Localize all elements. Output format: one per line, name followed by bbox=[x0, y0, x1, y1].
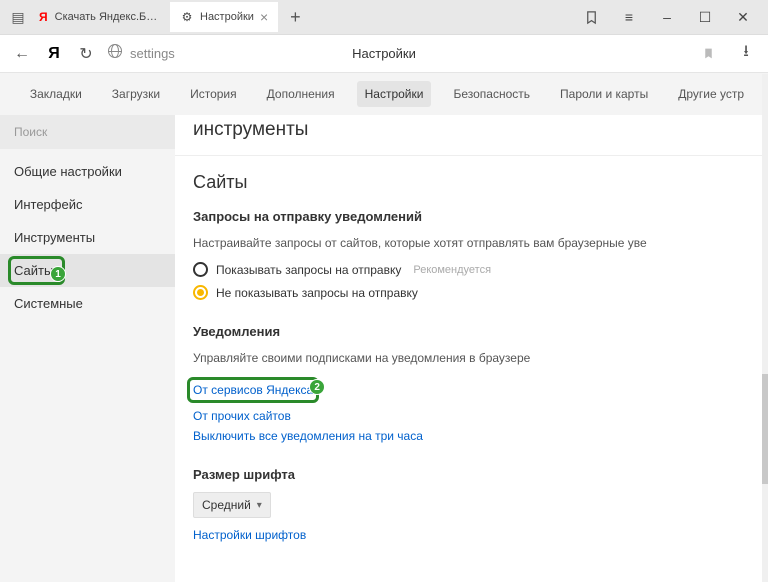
notif-requests-desc: Настраивайте запросы от сайтов, которые … bbox=[193, 234, 762, 252]
gear-icon: ⚙ bbox=[180, 10, 194, 24]
sidebar-item-general[interactable]: Общие настройки bbox=[0, 155, 175, 188]
sidebar-item-interface[interactable]: Интерфейс bbox=[0, 188, 175, 221]
notif-requests-title: Запросы на отправку уведомлений bbox=[193, 209, 762, 224]
yandex-favicon: Я bbox=[38, 10, 49, 24]
minimize-button[interactable]: – bbox=[657, 7, 677, 27]
link-other-sites[interactable]: От прочих сайтов bbox=[193, 409, 762, 423]
prev-section-heading: инструменты bbox=[193, 119, 744, 141]
sidebar-search[interactable]: Поиск bbox=[0, 115, 175, 149]
topnav-addons[interactable]: Дополнения bbox=[259, 81, 343, 107]
main-area: Поиск Общие настройки Интерфейс Инструме… bbox=[0, 115, 768, 582]
maximize-button[interactable]: ☐ bbox=[695, 7, 715, 27]
settings-sidebar: Поиск Общие настройки Интерфейс Инструме… bbox=[0, 115, 175, 582]
scrollbar-thumb[interactable] bbox=[762, 374, 768, 484]
settings-panel: инструменты Сайты Запросы на отправку ув… bbox=[175, 115, 762, 582]
chevron-down-icon: ▾ bbox=[257, 500, 262, 511]
bookmark-icon[interactable] bbox=[581, 7, 601, 27]
content-area: Закладки Загрузки История Дополнения Нас… bbox=[0, 73, 768, 582]
yandex-home-button[interactable]: Я bbox=[44, 44, 64, 64]
url-text: settings bbox=[130, 46, 175, 61]
font-size-title: Размер шрифта bbox=[193, 467, 762, 482]
select-value: Средний bbox=[202, 498, 251, 512]
tab-settings[interactable]: ⚙ Настройки × bbox=[170, 2, 278, 32]
tab-label: Скачать Яндекс.Браузер д bbox=[55, 11, 158, 23]
notifications-desc: Управляйте своими подписками на уведомле… bbox=[193, 349, 762, 367]
page-title: Настройки bbox=[352, 46, 416, 61]
annotation-badge-1: 1 bbox=[50, 266, 66, 282]
vertical-scrollbar[interactable] bbox=[762, 74, 768, 582]
addressbar: ← Я ↻ settings Настройки ⭳ bbox=[0, 35, 768, 73]
sites-heading: Сайты bbox=[193, 172, 762, 193]
tab-label: Настройки bbox=[200, 11, 254, 23]
radio-label: Не показывать запросы на отправку bbox=[216, 286, 418, 300]
top-nav: Закладки Загрузки История Дополнения Нас… bbox=[0, 73, 768, 115]
titlebar: ▤ Я Скачать Яндекс.Браузер д ⚙ Настройки… bbox=[0, 0, 768, 35]
bookmark-page-icon[interactable] bbox=[698, 44, 718, 64]
radio-checked-icon bbox=[193, 285, 208, 300]
recommended-tag: Рекомендуется bbox=[413, 264, 491, 276]
downloads-icon[interactable]: ⭳ bbox=[736, 44, 756, 64]
topnav-passwords[interactable]: Пароли и карты bbox=[552, 81, 656, 107]
link-yandex-services[interactable]: От сервисов Яндекса bbox=[193, 383, 313, 397]
url-field[interactable]: settings bbox=[108, 44, 175, 63]
tab-yandex-download[interactable]: Я Скачать Яндекс.Браузер д bbox=[28, 2, 168, 32]
sidebar-item-sites[interactable]: Сайты 1 bbox=[0, 254, 175, 287]
close-window-button[interactable]: ✕ bbox=[733, 7, 753, 27]
radio-unchecked-icon bbox=[193, 262, 208, 277]
radio-hide-requests[interactable]: Не показывать запросы на отправку bbox=[193, 285, 762, 300]
topnav-bookmarks[interactable]: Закладки bbox=[22, 81, 90, 107]
close-tab-icon[interactable]: × bbox=[260, 9, 268, 25]
panels-icon[interactable]: ▤ bbox=[10, 9, 26, 25]
globe-icon bbox=[108, 44, 122, 63]
browser-window: ▤ Я Скачать Яндекс.Браузер д ⚙ Настройки… bbox=[0, 0, 768, 582]
notifications-title: Уведомления bbox=[193, 324, 762, 339]
sidebar-item-system[interactable]: Системные bbox=[0, 287, 175, 320]
topnav-history[interactable]: История bbox=[182, 81, 245, 107]
topnav-devices[interactable]: Другие устр bbox=[670, 81, 752, 107]
menu-icon[interactable]: ≡ bbox=[619, 7, 639, 27]
topnav-downloads[interactable]: Загрузки bbox=[104, 81, 168, 107]
sidebar-item-tools[interactable]: Инструменты bbox=[0, 221, 175, 254]
radio-label: Показывать запросы на отправку bbox=[216, 263, 401, 277]
link-font-settings[interactable]: Настройки шрифтов bbox=[193, 528, 762, 542]
sidebar-item-label: Сайты bbox=[14, 263, 53, 278]
radio-show-requests[interactable]: Показывать запросы на отправку Рекоменду… bbox=[193, 262, 762, 277]
annotation-badge-2: 2 bbox=[309, 379, 325, 395]
new-tab-button[interactable]: + bbox=[280, 7, 311, 28]
link-disable-3h[interactable]: Выключить все уведомления на три часа bbox=[193, 429, 762, 443]
back-button[interactable]: ← bbox=[12, 44, 32, 64]
font-size-select[interactable]: Средний ▾ bbox=[193, 492, 271, 518]
topnav-security[interactable]: Безопасность bbox=[445, 81, 538, 107]
topnav-settings[interactable]: Настройки bbox=[357, 81, 432, 107]
reload-button[interactable]: ↻ bbox=[76, 44, 96, 64]
